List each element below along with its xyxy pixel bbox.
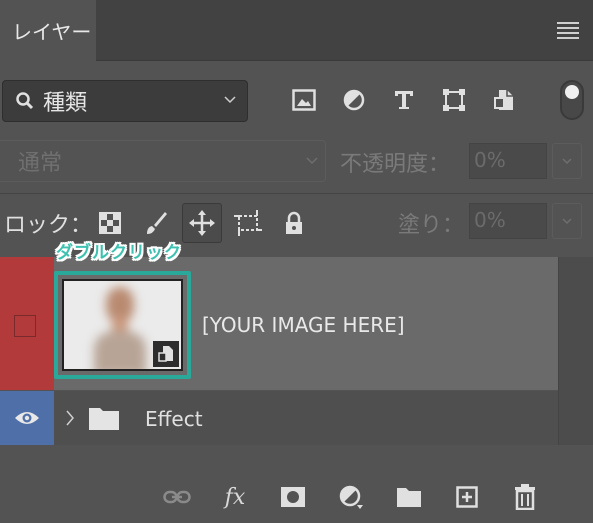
add-mask-icon[interactable] <box>278 482 308 512</box>
layers-panel: レイヤー 種類 通常 不透明度： 0% ロック： 塗り： 0% ダブルクリック … <box>0 0 593 523</box>
link-layers-icon[interactable] <box>162 482 192 512</box>
new-group-icon[interactable] <box>394 482 424 512</box>
panel-menu-icon[interactable] <box>557 22 579 39</box>
filter-toggle[interactable] <box>560 80 584 120</box>
filter-kind-dropdown[interactable]: 種類 <box>2 80 248 122</box>
tab-layers[interactable]: レイヤー <box>0 0 96 61</box>
layers-scrollbar[interactable] <box>558 257 593 445</box>
layer-style-icon[interactable]: fx <box>220 482 250 512</box>
fill-slider-button[interactable] <box>552 203 582 239</box>
smart-object-filter-icon[interactable] <box>490 86 518 114</box>
filter-kind-label: 種類 <box>43 91 88 116</box>
visibility-off-box <box>14 315 36 337</box>
layer-row-group[interactable] <box>0 391 558 445</box>
adjustment-layer-icon[interactable] <box>336 482 366 512</box>
chevron-right-icon[interactable] <box>64 408 76 428</box>
search-icon <box>16 92 34 110</box>
lock-all-icon[interactable] <box>274 203 314 243</box>
adjustment-filter-icon[interactable] <box>340 86 368 114</box>
lock-image-pixels-icon[interactable] <box>136 203 176 243</box>
chevron-down-icon <box>562 158 572 165</box>
layer-name[interactable]: [YOUR IMAGE HERE] <box>202 313 405 337</box>
chevron-down-icon <box>224 96 236 104</box>
image-filter-icon[interactable] <box>290 86 318 114</box>
divider <box>0 193 593 194</box>
lock-label: ロック： <box>4 213 93 238</box>
chevron-down-icon <box>562 218 572 225</box>
lock-artboard-icon[interactable] <box>228 203 268 243</box>
double-click-annotation: ダブルクリック <box>56 243 182 263</box>
delete-layer-icon[interactable] <box>510 482 540 512</box>
filter-icons <box>290 86 518 114</box>
opacity-input[interactable]: 0% <box>469 143 547 179</box>
opacity-slider-button[interactable] <box>552 143 582 179</box>
visibility-toggle-layer-image[interactable] <box>0 257 54 390</box>
layer-name[interactable]: Effect <box>145 407 203 431</box>
lock-transparent-pixels-icon[interactable] <box>90 203 130 243</box>
folder-icon <box>89 408 119 430</box>
bottom-toolbar-icons: fx <box>162 482 568 512</box>
smart-object-badge-icon <box>153 341 179 367</box>
blend-mode-value: 通常 <box>18 151 63 176</box>
chevron-down-icon <box>306 157 318 165</box>
tab-bar: レイヤー <box>0 0 593 61</box>
opacity-label: 不透明度： <box>340 152 451 177</box>
portrait-image <box>94 287 146 369</box>
lock-position-icon[interactable] <box>182 203 222 243</box>
visibility-toggle-layer-group[interactable] <box>0 391 54 445</box>
layer-thumbnail[interactable] <box>62 279 183 371</box>
fill-label: 塗り： <box>398 213 465 238</box>
type-filter-icon[interactable] <box>390 86 418 114</box>
shape-filter-icon[interactable] <box>440 86 468 114</box>
lock-icons <box>90 203 320 243</box>
new-layer-icon[interactable] <box>452 482 482 512</box>
eye-icon <box>15 412 39 424</box>
fill-input[interactable]: 0% <box>469 203 547 239</box>
blend-mode-dropdown[interactable]: 通常 <box>0 140 326 182</box>
